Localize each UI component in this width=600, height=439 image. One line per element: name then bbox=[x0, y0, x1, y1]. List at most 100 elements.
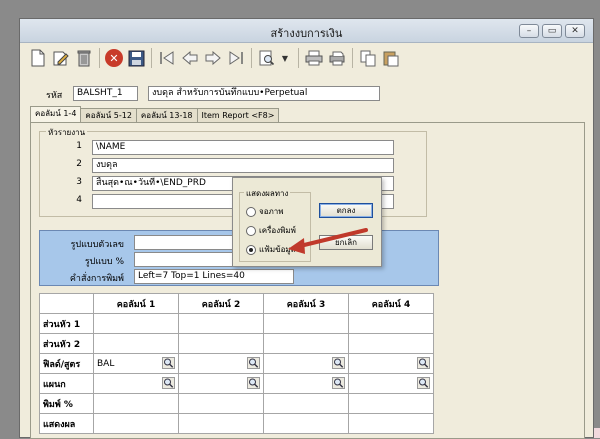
lookup-magnifier-icon[interactable] bbox=[417, 357, 430, 369]
grid-column-header: คอลัมน์ 4 bbox=[348, 293, 434, 314]
save-icon[interactable] bbox=[126, 48, 146, 68]
copy-icon[interactable] bbox=[358, 48, 378, 68]
grid-cell[interactable] bbox=[93, 413, 179, 434]
tab-panel: หัวรายงาน 1 \NAME 2 งบดุล 3 สิ้นสุด•ณ•วั… bbox=[30, 122, 585, 439]
tab-columns-5-12[interactable]: คอลัมน์ 5-12 bbox=[80, 108, 137, 122]
header-row-number-4: 4 bbox=[76, 195, 82, 205]
new-document-icon[interactable] bbox=[28, 48, 48, 68]
code-label: รหัส bbox=[46, 91, 63, 101]
title-bar[interactable]: สร้างงบการเงิน – ▭ ✕ bbox=[20, 19, 593, 43]
grid-cell[interactable] bbox=[178, 393, 264, 414]
cancel-button[interactable]: ยกเลิก bbox=[319, 235, 373, 250]
print-command-input[interactable]: Left=7 Top=1 Lines=40 bbox=[134, 269, 294, 284]
grid-cell[interactable] bbox=[178, 353, 264, 374]
print-icon[interactable] bbox=[304, 48, 324, 68]
grid-cell[interactable] bbox=[263, 333, 349, 354]
lookup-magnifier-icon[interactable] bbox=[162, 377, 175, 389]
grid-cell[interactable] bbox=[178, 313, 264, 334]
radio-file-label: แฟ้มข้อมูล bbox=[259, 245, 296, 254]
grid-column-header: คอลัมน์ 1 bbox=[93, 293, 179, 314]
grid-cell[interactable] bbox=[263, 393, 349, 414]
lookup-magnifier-icon[interactable] bbox=[247, 377, 260, 389]
percent-format-label: รูปแบบ % bbox=[84, 257, 124, 267]
radio-printer-label: เครื่องพิมพ์ bbox=[259, 226, 296, 235]
grid-cell[interactable] bbox=[348, 353, 434, 374]
output-destination-dialog: แสดงผลทาง จอภาพ เครื่องพิมพ์ แฟ้มข้อมูล … bbox=[232, 177, 382, 267]
grid-cell[interactable] bbox=[178, 413, 264, 434]
output-options-group: แสดงผลทาง จอภาพ เครื่องพิมพ์ แฟ้มข้อมูล bbox=[239, 187, 311, 262]
grid-cell[interactable] bbox=[178, 333, 264, 354]
print-command-label: คำสั่งการพิมพ์ bbox=[69, 274, 124, 284]
header-line-2-input[interactable]: งบดุล bbox=[92, 158, 394, 173]
lookup-magnifier-icon[interactable] bbox=[417, 377, 430, 389]
restore-button[interactable]: ▭ bbox=[542, 24, 562, 38]
previous-record-icon[interactable] bbox=[180, 48, 200, 68]
number-format-input[interactable] bbox=[134, 235, 234, 250]
minimize-button[interactable]: – bbox=[519, 24, 539, 38]
grid-cell[interactable] bbox=[93, 393, 179, 414]
radio-screen-circle[interactable] bbox=[246, 206, 256, 217]
grid-cell[interactable] bbox=[93, 313, 179, 334]
grid-cell[interactable]: BAL bbox=[93, 353, 179, 374]
edit-icon[interactable] bbox=[51, 48, 71, 68]
grid-row: แผนก bbox=[39, 373, 434, 394]
ok-button[interactable]: ตกลง bbox=[319, 203, 373, 218]
stop-icon[interactable]: ✕ bbox=[105, 49, 123, 67]
next-record-icon[interactable] bbox=[203, 48, 223, 68]
lookup-magnifier-icon[interactable] bbox=[332, 377, 345, 389]
percent-format-input[interactable] bbox=[134, 252, 234, 267]
grid-cell[interactable] bbox=[178, 373, 264, 394]
header-row-number-2: 2 bbox=[76, 159, 82, 169]
radio-screen-label: จอภาพ bbox=[259, 207, 284, 216]
lookup-magnifier-icon[interactable] bbox=[162, 357, 175, 369]
radio-printer[interactable]: เครื่องพิมพ์ bbox=[246, 224, 296, 237]
delete-bin-icon[interactable] bbox=[74, 48, 94, 68]
header-line-1-input[interactable]: \NAME bbox=[92, 140, 394, 155]
close-button[interactable]: ✕ bbox=[565, 24, 585, 38]
grid-row: ส่วนหัว 2 bbox=[39, 333, 434, 354]
radio-file[interactable]: แฟ้มข้อมูล bbox=[246, 243, 296, 256]
column-grid: คอลัมน์ 1 คอลัมน์ 2 คอลัมน์ 3 คอลัมน์ 4 ส่วน… bbox=[39, 293, 434, 434]
grid-column-header: คอลัมน์ 3 bbox=[263, 293, 349, 314]
grid-row: ฟิลด์/สูตร BAL bbox=[39, 353, 434, 374]
grid-cell[interactable] bbox=[93, 333, 179, 354]
chevron-down-icon[interactable]: ▼ bbox=[280, 48, 290, 68]
grid-column-header: คอลัมน์ 2 bbox=[178, 293, 264, 314]
grid-row-label: พิมพ์ % bbox=[39, 393, 94, 414]
grid-cell[interactable] bbox=[263, 353, 349, 374]
tab-columns-13-18[interactable]: คอลัมน์ 13-18 bbox=[135, 108, 198, 122]
paste-icon[interactable] bbox=[381, 48, 401, 68]
grid-cell[interactable] bbox=[348, 413, 434, 434]
grid-row-label: แผนก bbox=[39, 373, 94, 394]
grid-cell[interactable] bbox=[93, 373, 179, 394]
grid-cell[interactable] bbox=[263, 413, 349, 434]
tab-item-report[interactable]: Item Report <F8> bbox=[196, 108, 280, 122]
grid-row-label: ฟิลด์/สูตร bbox=[39, 353, 94, 374]
first-record-icon[interactable] bbox=[157, 48, 177, 68]
window-title: สร้างงบการเงิน bbox=[270, 27, 343, 40]
print-setup-icon[interactable] bbox=[327, 48, 347, 68]
tab-strip: คอลัมน์ 1-4 คอลัมน์ 5-12 คอลัมน์ 13-18 I… bbox=[30, 106, 280, 122]
toolbar: ✕ ▼ bbox=[20, 44, 593, 72]
radio-screen[interactable]: จอภาพ bbox=[246, 205, 284, 218]
grid-cell[interactable] bbox=[348, 393, 434, 414]
grid-cell[interactable] bbox=[348, 373, 434, 394]
radio-file-circle[interactable] bbox=[246, 244, 256, 255]
grid-cell[interactable] bbox=[263, 313, 349, 334]
tab-columns-1-4[interactable]: คอลัมน์ 1-4 bbox=[30, 106, 82, 122]
grid-cell[interactable] bbox=[263, 373, 349, 394]
lookup-magnifier-icon[interactable] bbox=[247, 357, 260, 369]
code-input[interactable]: BALSHT_1 bbox=[73, 86, 138, 101]
radio-printer-circle[interactable] bbox=[246, 225, 256, 236]
grid-row-label: แสดงผล bbox=[39, 413, 94, 434]
report-name-input[interactable]: งบดุล สำหรับการบันทึกแบบ•Perpetual bbox=[148, 86, 380, 101]
grid-cell[interactable] bbox=[348, 333, 434, 354]
lookup-magnifier-icon[interactable] bbox=[332, 357, 345, 369]
grid-row: พิมพ์ % bbox=[39, 393, 434, 414]
output-options-title: แสดงผลทาง bbox=[244, 187, 291, 200]
search-icon[interactable] bbox=[257, 48, 277, 68]
grid-cell[interactable] bbox=[348, 313, 434, 334]
header-row-number-3: 3 bbox=[76, 177, 82, 187]
last-record-icon[interactable] bbox=[226, 48, 246, 68]
report-header-group-title: หัวรายงาน bbox=[46, 126, 88, 139]
